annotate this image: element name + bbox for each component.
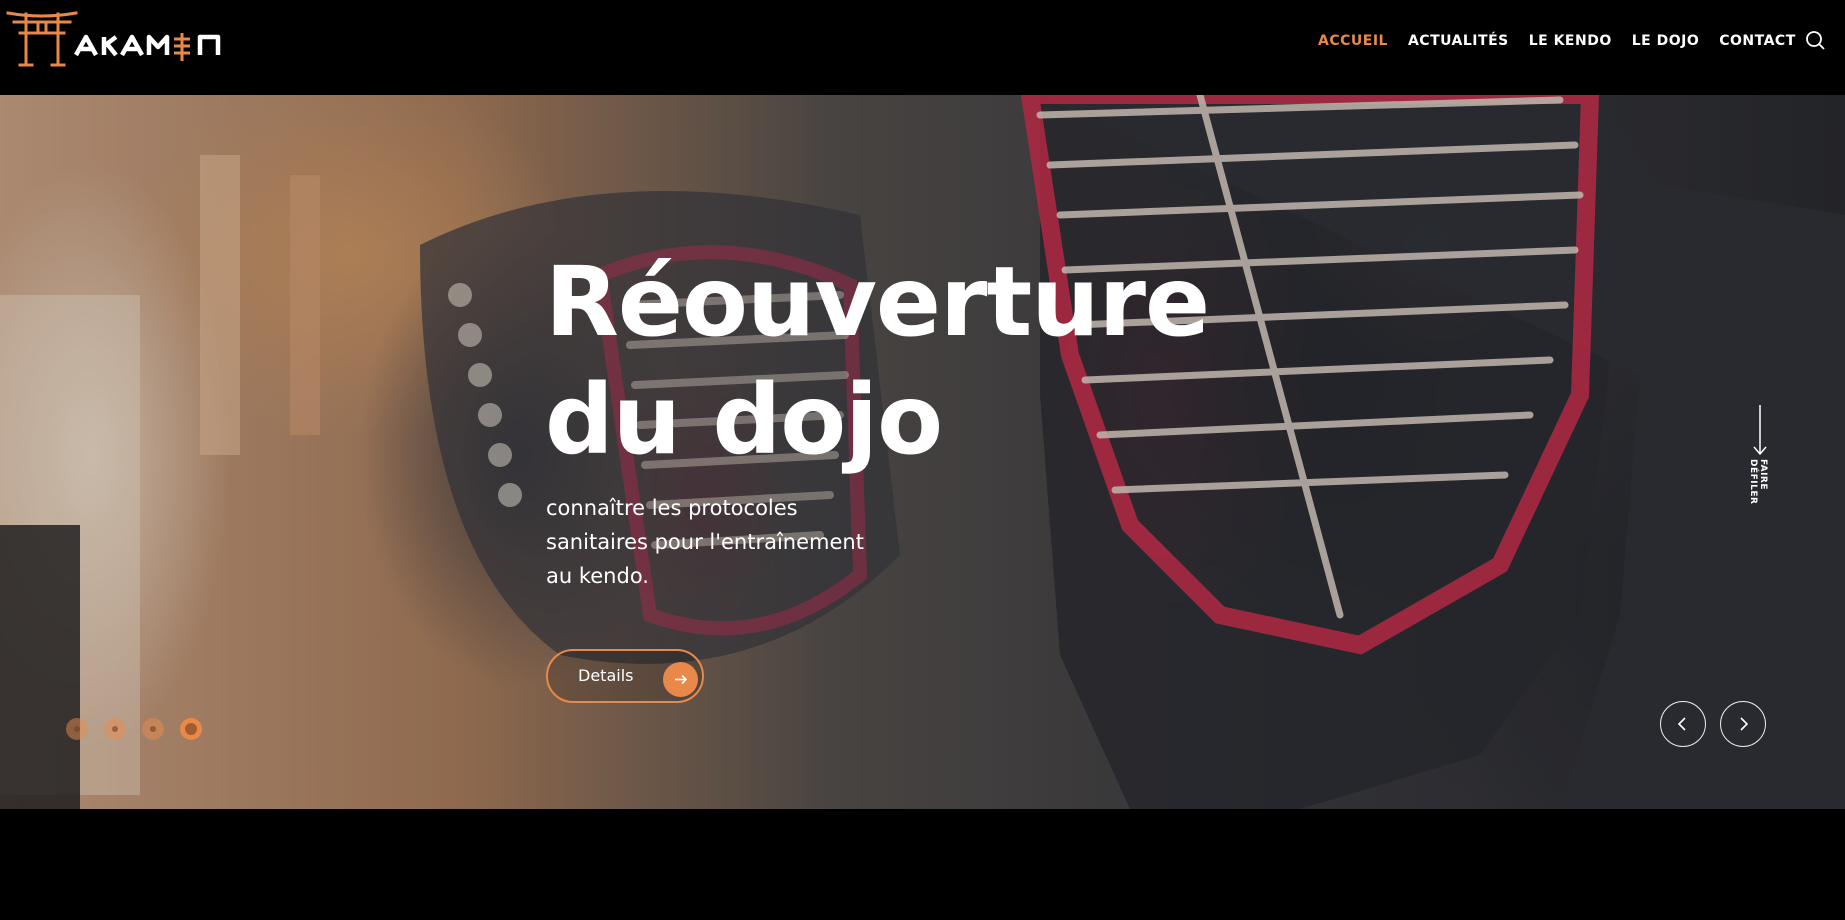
slide-dot-4[interactable]	[180, 718, 202, 740]
nav-item-le-kendo[interactable]: LE KENDO	[1529, 33, 1612, 49]
nav-item-le-dojo[interactable]: LE DOJO	[1632, 33, 1700, 49]
takamin-logo[interactable]	[6, 9, 266, 69]
slide-dot-3[interactable]	[142, 718, 164, 740]
nav-item-contact[interactable]: CONTACT	[1719, 33, 1796, 49]
slide-dot-2[interactable]	[104, 718, 126, 740]
hero-subtitle: connaître les protocoles sanitaires pour…	[546, 496, 864, 588]
main-nav: ACCUEIL ACTUALITÉS LE KENDO LE DOJO CONT…	[1318, 33, 1816, 49]
details-button-label: Details	[578, 666, 634, 685]
chevron-left-icon	[1677, 717, 1686, 731]
search-icon[interactable]	[1804, 29, 1826, 51]
prev-slide-button[interactable]	[1660, 701, 1706, 747]
slide-dot-1[interactable]	[66, 718, 88, 740]
site-header: ACCUEIL ACTUALITÉS LE KENDO LE DOJO CONT…	[0, 0, 1845, 95]
hero-title: Réouverture du dojo	[545, 246, 1210, 476]
scroll-label[interactable]: FAIRE DÉFILER	[1748, 459, 1768, 539]
arrow-right-icon	[663, 662, 698, 697]
details-button[interactable]: Details	[546, 649, 704, 703]
slide-pagination	[66, 718, 202, 740]
next-slide-button[interactable]	[1720, 701, 1766, 747]
hero-slider: Réouverture du dojo connaître les protoc…	[0, 95, 1845, 809]
chevron-right-icon	[1740, 717, 1749, 731]
nav-item-accueil[interactable]: ACCUEIL	[1318, 33, 1388, 49]
nav-item-actualites[interactable]: ACTUALITÉS	[1408, 33, 1509, 49]
